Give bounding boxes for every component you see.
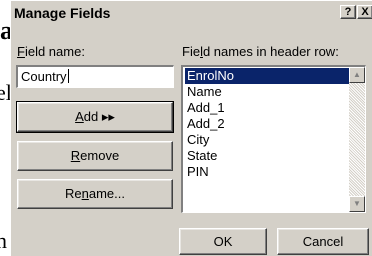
list-item[interactable]: Name (185, 84, 350, 100)
list-items: EnrolNo Name Add_1 Add_2 City State PIN (185, 68, 350, 180)
list-item[interactable]: PIN (185, 164, 350, 180)
close-button[interactable]: X (357, 5, 372, 19)
header-row-label: Field names in header row: (182, 44, 339, 59)
list-item[interactable]: Add_1 (185, 100, 350, 116)
triangle-down-icon: ▼ (353, 199, 361, 208)
title-bar: Manage Fields ? X (11, 1, 372, 27)
scroll-down-button[interactable]: ▼ (349, 196, 365, 212)
text-caret (67, 69, 69, 83)
field-name-input[interactable]: Country (16, 65, 174, 88)
background-text-fragment: n (0, 228, 7, 253)
ok-button[interactable]: OK (179, 228, 267, 255)
triangle-up-icon: ▲ (353, 70, 361, 79)
list-item[interactable]: State (185, 148, 350, 164)
help-button[interactable]: ? (340, 5, 356, 19)
add-button[interactable]: Add ▸▸ (16, 101, 174, 133)
list-item[interactable]: Add_2 (185, 116, 350, 132)
vertical-scrollbar[interactable]: ▲ ▼ (349, 67, 365, 212)
scroll-up-button[interactable]: ▲ (349, 67, 365, 83)
list-item[interactable]: City (185, 132, 350, 148)
remove-button[interactable]: Remove (17, 141, 173, 171)
rename-button[interactable]: Rename... (17, 179, 173, 209)
header-fields-listbox[interactable]: EnrolNo Name Add_1 Add_2 City State PIN … (181, 65, 366, 213)
field-name-label: Field name: (17, 44, 85, 59)
dialog-title: Manage Fields (14, 5, 111, 21)
list-item[interactable]: EnrolNo (185, 68, 350, 84)
manage-fields-dialog: Manage Fields ? X Field name: Country Ad… (10, 0, 372, 256)
cancel-button[interactable]: Cancel (277, 228, 369, 255)
